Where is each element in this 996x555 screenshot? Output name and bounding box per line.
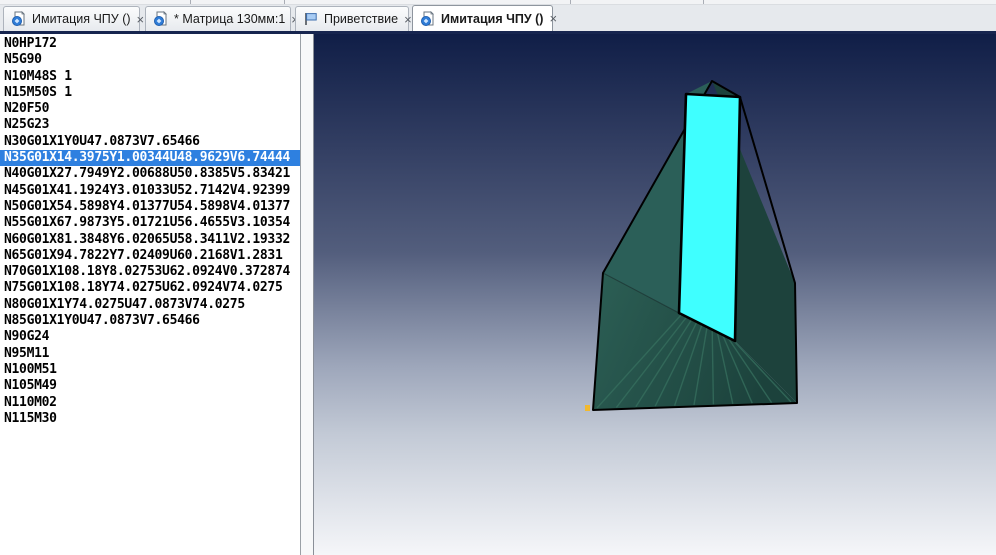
flag-icon	[303, 11, 319, 27]
cnc-document-icon	[153, 11, 169, 27]
gcode-line[interactable]: N85G01X1Y0U47.0873V7.65466	[0, 313, 300, 329]
tab-label: * Матрица 130мм:1	[174, 12, 286, 26]
origin-marker	[585, 405, 590, 411]
main-content: N0HP172 N5G90 N10M48S 1 N15M50S 1 N20F50 N25G…	[0, 34, 996, 555]
3d-viewport[interactable]	[314, 34, 996, 555]
gcode-line[interactable]: N95M11	[0, 346, 300, 362]
tab-label: Имитация ЧПУ ()	[441, 11, 544, 26]
gcode-line[interactable]: N25G23	[0, 117, 300, 133]
gcode-line[interactable]: N80G01X1Y74.0275U47.0873V74.0275	[0, 297, 300, 313]
gcode-line[interactable]: N50G01X54.5898Y4.01377U54.5898V4.01377	[0, 199, 300, 215]
tab-matrix-130mm[interactable]: * Матрица 130мм:1 ×	[145, 6, 299, 31]
tab-cnc-simulation-2-active[interactable]: Имитация ЧПУ () ×	[412, 5, 557, 31]
gcode-line[interactable]: N100M51	[0, 362, 300, 378]
3d-scene	[314, 34, 996, 555]
gcode-panel: N0HP172 N5G90 N10M48S 1 N15M50S 1 N20F50 N25G…	[0, 34, 301, 555]
vertical-scrollbar[interactable]	[301, 34, 314, 555]
tab-label: Приветствие	[324, 12, 399, 26]
gcode-line[interactable]: N115M30	[0, 411, 300, 427]
cnc-document-icon	[11, 11, 27, 27]
tab-bar: Имитация ЧПУ () × * Матрица 130мм:1 × Пр…	[0, 5, 996, 31]
strip-divider	[703, 0, 704, 4]
gcode-line[interactable]: N15M50S 1	[0, 85, 300, 101]
gcode-line[interactable]: N30G01X1Y0U47.0873V7.65466	[0, 134, 300, 150]
gcode-line[interactable]: N65G01X94.7822Y7.02409U60.2168V1.2831	[0, 248, 300, 264]
gcode-line[interactable]: N0HP172	[0, 36, 300, 52]
gcode-line[interactable]: N75G01X108.18Y74.0275U62.0924V74.0275	[0, 280, 300, 296]
cnc-simulator-window: Имитация ЧПУ () × * Матрица 130мм:1 × Пр…	[0, 0, 996, 555]
gcode-line[interactable]: N35G01X14.3975Y1.00344U48.9629V6.74444	[0, 150, 300, 167]
close-icon[interactable]: ×	[548, 12, 558, 25]
strip-divider	[284, 0, 285, 4]
close-icon[interactable]: ×	[136, 13, 146, 26]
gcode-line[interactable]: N40G01X27.7949Y2.00688U50.8385V5.83421	[0, 166, 300, 182]
tab-cnc-simulation-1[interactable]: Имитация ЧПУ () ×	[3, 6, 144, 31]
gcode-line[interactable]: N5G90	[0, 52, 300, 68]
gcode-line[interactable]: N55G01X67.9873Y5.01721U56.4655V3.10354	[0, 215, 300, 231]
gcode-line[interactable]: N20F50	[0, 101, 300, 117]
gcode-line[interactable]: N105M49	[0, 378, 300, 394]
strip-divider	[570, 0, 571, 4]
gcode-line[interactable]: N60G01X81.3848Y6.02065U58.3411V2.19332	[0, 232, 300, 248]
gcode-line[interactable]: N10M48S 1	[0, 69, 300, 85]
tab-welcome[interactable]: Приветствие ×	[295, 6, 412, 31]
gcode-line[interactable]: N70G01X108.18Y8.02753U62.0924V0.372874	[0, 264, 300, 280]
gcode-line[interactable]: N45G01X41.1924Y3.01033U52.7142V4.92399	[0, 183, 300, 199]
tab-label: Имитация ЧПУ ()	[32, 12, 131, 26]
strip-divider	[190, 0, 191, 4]
part-slot-face	[677, 92, 742, 343]
gcode-line[interactable]: N90G24	[0, 329, 300, 345]
cnc-document-icon	[420, 10, 436, 27]
gcode-line[interactable]: N110M02	[0, 395, 300, 411]
